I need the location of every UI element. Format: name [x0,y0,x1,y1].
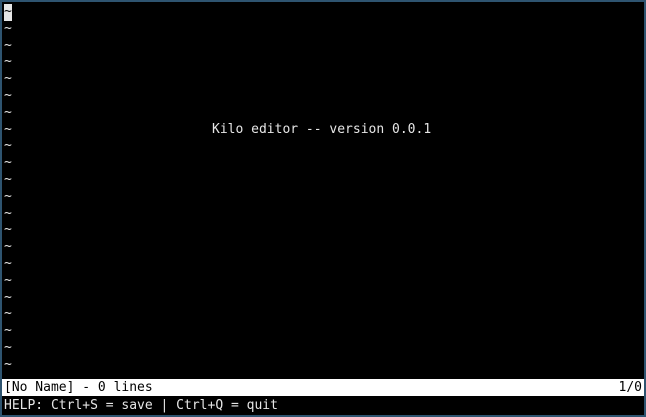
empty-line-marker: ~ [4,138,12,154]
editor-row[interactable]: ~ [4,172,642,189]
status-bar: [No Name] - 0 lines 1/0 [2,379,644,396]
empty-line-marker: ~ [4,205,12,221]
empty-line-marker: ~ [4,20,12,36]
empty-line-marker: ~ [4,71,12,87]
editor-row[interactable]: ~ [4,206,642,223]
empty-line-marker: ~ [4,255,12,271]
editor-row[interactable]: ~ [4,189,642,206]
editor-row[interactable]: ~ [4,38,642,55]
empty-line-marker: ~ [4,289,12,305]
status-filename: [No Name] - 0 lines [4,380,153,395]
editor-row[interactable]: ~ [4,222,642,239]
editor-row[interactable]: ~ [4,155,642,172]
empty-line-marker: ~ [4,339,12,355]
editor-row[interactable]: ~ [4,340,642,357]
terminal-window[interactable]: ~ ~ ~ ~ ~ ~ ~ ~ Kilo editor -- version 0.0.1 ~ ~ ~ ~… [2,2,644,415]
editor-row[interactable]: ~ [4,256,642,273]
empty-line-marker: ~ [4,272,12,288]
editor-row[interactable]: ~ [4,323,642,340]
empty-line-marker: ~ [4,323,12,339]
editor-row[interactable]: ~ [4,273,642,290]
status-cursor-position: 1/0 [618,380,642,395]
empty-line-marker: ~ [4,87,12,103]
editor-row[interactable]: ~ [4,71,642,88]
empty-line-marker: ~ [4,104,12,120]
message-bar: HELP: Ctrl+S = save | Ctrl+Q = quit [2,397,644,414]
empty-line-marker: ~ [4,306,12,322]
empty-line-marker: ~ [4,171,12,187]
empty-line-marker: ~ [4,37,12,53]
editor-row[interactable]: ~ [4,239,642,256]
empty-line-marker: ~ [4,188,12,204]
empty-line-marker: ~ [4,222,12,238]
empty-line-marker: ~ [4,121,12,137]
editor-row[interactable]: ~ [4,105,642,122]
welcome-message: Kilo editor -- version 0.0.1 [212,121,432,137]
editor-row[interactable]: ~ [4,138,642,155]
editor-row[interactable]: ~ [4,4,642,21]
editor-row[interactable]: ~ Kilo editor -- version 0.0.1 [4,122,642,139]
editor-row[interactable]: ~ [4,357,642,374]
empty-line-marker: ~ [4,239,12,255]
editor-row[interactable]: ~ [4,306,642,323]
editor-text-area[interactable]: ~ ~ ~ ~ ~ ~ ~ ~ Kilo editor -- version 0.0.1 ~ ~ ~ ~… [4,4,642,374]
editor-row[interactable]: ~ [4,290,642,307]
empty-line-marker: ~ [4,155,12,171]
cursor-tilde-marker: ~ [4,4,12,21]
editor-row[interactable]: ~ [4,21,642,38]
empty-line-marker: ~ [4,356,12,372]
editor-row[interactable]: ~ [4,88,642,105]
empty-line-marker: ~ [4,54,12,70]
editor-row[interactable]: ~ [4,54,642,71]
help-message: HELP: Ctrl+S = save | Ctrl+Q = quit [4,398,278,413]
